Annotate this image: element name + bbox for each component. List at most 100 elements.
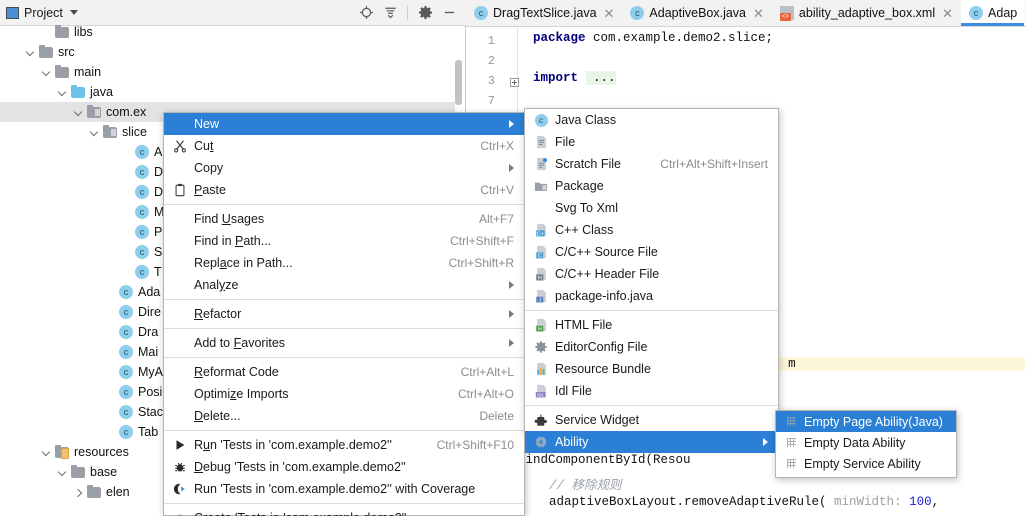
new-menu-item-c-c-source-file[interactable]: C C/C++ Source File	[525, 241, 778, 263]
new-menu-item-scratch-file[interactable]: Scratch File Ctrl+Alt+Shift+Insert	[525, 153, 778, 175]
svg-text:H: H	[537, 275, 541, 281]
menu-item-replace-in-path[interactable]: Replace in Path... Ctrl+Shift+R	[164, 252, 524, 274]
java-class-icon: c	[630, 6, 645, 20]
context-menu[interactable]: New Cut Ctrl+X Copy Paste Ctrl+V Find Usages Al…	[163, 112, 525, 516]
tree-row-main[interactable]: main	[0, 62, 455, 82]
twisty-right-icon[interactable]	[72, 486, 85, 499]
chevron-down-icon[interactable]	[69, 10, 78, 15]
tree-row-src[interactable]: src	[0, 42, 455, 62]
twisty-down-icon[interactable]	[72, 106, 85, 119]
java-class-icon: c	[134, 265, 150, 279]
line-number-1: 1	[487, 34, 495, 48]
java-class-glyph: c	[135, 205, 149, 219]
java-class-icon: c	[118, 365, 134, 379]
new-menu-item-c-class[interactable]: C+ C++ Class	[525, 219, 778, 241]
menu-item-cut[interactable]: Cut Ctrl+X	[164, 135, 524, 157]
menu-item-new[interactable]: New	[164, 113, 524, 135]
twisty-down-icon[interactable]	[56, 466, 69, 479]
close-icon[interactable]: ✕	[602, 7, 615, 20]
menu-item-paste[interactable]: Paste Ctrl+V	[164, 179, 524, 201]
menu-item-find-usages[interactable]: Find Usages Alt+F7	[164, 208, 524, 230]
menu-separator	[164, 503, 524, 504]
java-class-glyph: c	[135, 225, 149, 239]
new-menu-item-java-class[interactable]: c Java Class	[525, 109, 778, 131]
menu-item-shortcut: Ctrl+Alt+L	[460, 365, 514, 379]
menu-item-refactor[interactable]: Refactor	[164, 303, 524, 325]
menu-separator	[164, 299, 524, 300]
menu-item-add-to-favorites[interactable]: Add to Favorites	[164, 332, 524, 354]
menu-item-copy[interactable]: Copy	[164, 157, 524, 179]
project-title-group[interactable]: Project	[0, 6, 78, 20]
twisty-down-icon[interactable]	[56, 86, 69, 99]
new-menu-item-resource-bundle[interactable]: Resource Bundle	[525, 358, 778, 380]
menu-item-debug-tests-in-com-example-demo2[interactable]: Debug 'Tests in 'com.example.demo2''	[164, 456, 524, 478]
java-class-icon: c	[118, 425, 134, 439]
new-menu-item-ability[interactable]: Ability	[525, 431, 778, 453]
menu-item-label: Run 'Tests in 'com.example.demo2'' with …	[194, 482, 476, 496]
new-menu-item-package[interactable]: Package	[525, 175, 778, 197]
project-panel-scrollbar[interactable]	[455, 60, 462, 105]
editor-tab-0[interactable]: c DragTextSlice.java ✕	[466, 0, 622, 26]
folder-gray-glyph	[55, 25, 69, 38]
minimize-icon[interactable]	[438, 2, 460, 24]
menu-item-label: Empty Data Ability	[804, 435, 906, 450]
menu-item-label: Idl File	[555, 384, 592, 398]
new-menu-item-c-c-header-file[interactable]: H C/C++ Header File	[525, 263, 778, 285]
editor-tab-label: AdaptiveBox.java	[649, 6, 747, 20]
editor-tab-1[interactable]: c AdaptiveBox.java ✕	[622, 0, 772, 26]
twisty-down-icon[interactable]	[24, 46, 37, 59]
editor-tab-3[interactable]: c Adap	[961, 0, 1026, 26]
html-file-icon: H	[533, 317, 549, 333]
folder-blue-glyph	[71, 85, 85, 98]
new-menu-item-svg-to-xml[interactable]: Svg To Xml	[525, 197, 778, 219]
tree-row-libs[interactable]: libs	[0, 22, 455, 42]
menu-item-find-in-path[interactable]: Find in Path... Ctrl+Shift+F	[164, 230, 524, 252]
tree-row-java[interactable]: java	[0, 82, 455, 102]
menu-item-run-tests-in-com-example-demo2[interactable]: Run 'Tests in 'com.example.demo2'' Ctrl+S…	[164, 434, 524, 456]
ability-menu-item-empty-data-ability[interactable]: Empty Data Ability	[776, 432, 956, 453]
resource-bundle-icon	[533, 361, 549, 377]
editor-tab-2[interactable]: ability_adaptive_box.xml ✕	[772, 0, 961, 26]
gear-icon[interactable]	[414, 2, 436, 24]
java-class-icon: c	[118, 325, 134, 339]
new-submenu[interactable]: c Java Class File Scratch File Ctrl+Alt+Shif…	[524, 108, 779, 453]
collapse-all-icon[interactable]	[379, 2, 401, 24]
menu-item-label: HTML File	[555, 318, 613, 332]
new-menu-item-editorconfig-file[interactable]: EditorConfig File	[525, 336, 778, 358]
new-menu-item-package-info-java[interactable]: Jpackage-info.java	[525, 285, 778, 307]
editor-tab-bar: cDragTextSlice.java✕cAdaptiveBox.java✕ab…	[466, 0, 1026, 27]
new-menu-item-service-widget[interactable]: Service Widget	[525, 409, 778, 431]
menu-item-label: Cut	[194, 139, 214, 153]
menu-item-optimize-imports[interactable]: Optimize Imports Ctrl+Alt+O	[164, 383, 524, 405]
menu-item-run-tests-in-com-example-demo2-with-coverage[interactable]: Run 'Tests in 'com.example.demo2'' with …	[164, 478, 524, 500]
tree-row-label: resources	[74, 445, 129, 459]
menu-item-reformat-code[interactable]: Reformat Code Ctrl+Alt+L	[164, 361, 524, 383]
menu-item-create-tests-in-com-example-demo2[interactable]: Create 'Tests in 'com.example.demo2''...	[164, 507, 524, 516]
close-icon[interactable]: ✕	[751, 7, 764, 20]
twisty-down-icon[interactable]	[40, 66, 53, 79]
new-menu-item-html-file[interactable]: H HTML File	[525, 314, 778, 336]
ability-submenu[interactable]: Empty Page Ability(Java) Empty Data Abili…	[775, 410, 957, 478]
close-icon[interactable]: ✕	[940, 7, 953, 20]
menu-item-analyze[interactable]: Analyze	[164, 274, 524, 296]
code-fold-icon[interactable]	[510, 78, 519, 87]
new-menu-item-idl-file[interactable]: IDL Idl File	[525, 380, 778, 402]
menu-item-label: Optimize Imports	[194, 387, 289, 401]
folder-res-icon	[54, 445, 70, 459]
java-class-icon: c	[118, 345, 134, 359]
locate-icon[interactable]	[355, 2, 377, 24]
twisty-down-icon[interactable]	[40, 446, 53, 459]
tree-row-label: D	[154, 165, 164, 179]
folder-gray-glyph	[71, 465, 85, 478]
menu-item-delete[interactable]: Delete... Delete	[164, 405, 524, 427]
menu-item-label: Run 'Tests in 'com.example.demo2''	[194, 438, 392, 452]
twisty-down-icon[interactable]	[88, 126, 101, 139]
ability-menu-item-empty-service-ability[interactable]: Empty Service Ability	[776, 453, 956, 474]
new-menu-item-file[interactable]: File	[525, 131, 778, 153]
editorconfig-icon	[533, 339, 549, 355]
ability-menu-item-empty-page-ability-java[interactable]: Empty Page Ability(Java)	[776, 411, 956, 432]
folder-gray-icon	[54, 65, 70, 79]
tree-row-label: Dra	[138, 325, 159, 339]
